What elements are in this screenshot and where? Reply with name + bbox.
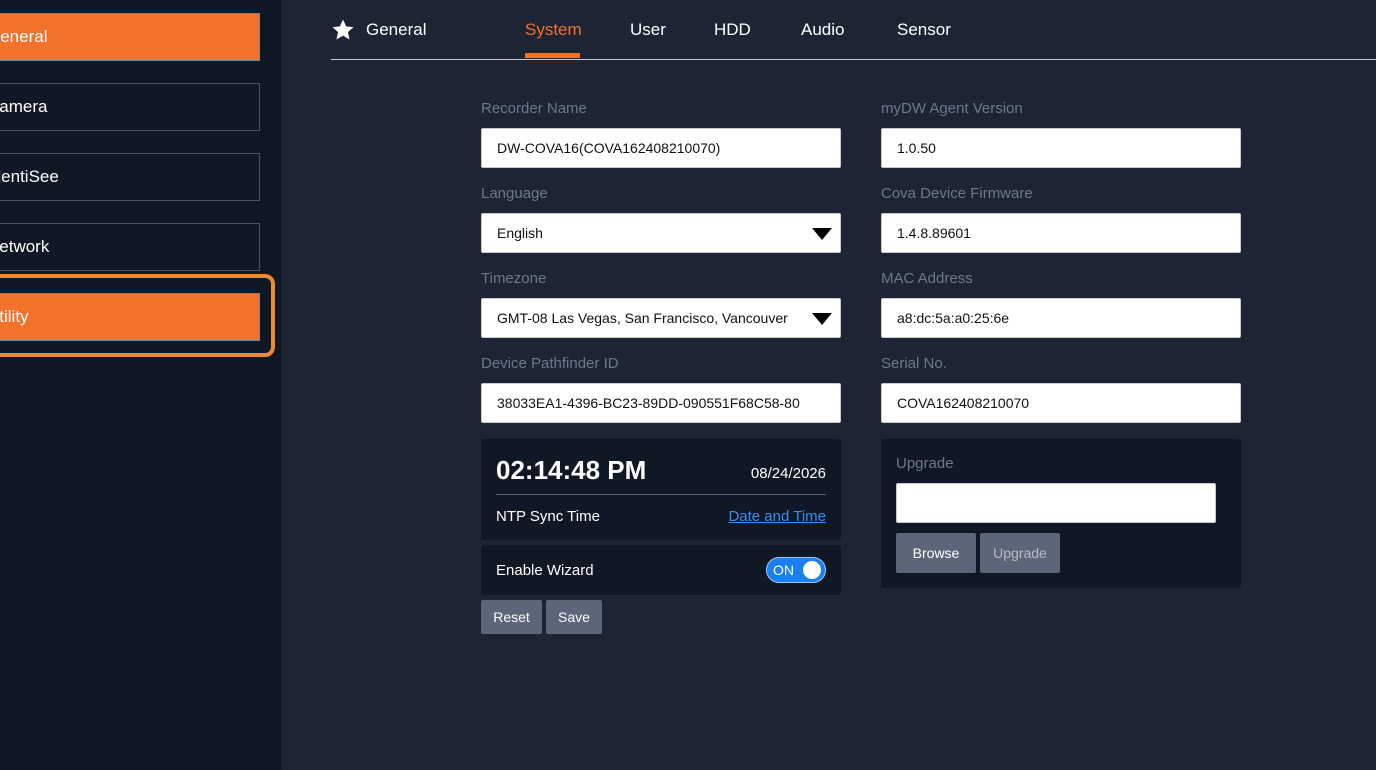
browse-button[interactable]: Browse [896, 533, 976, 573]
sidebar-item-camera[interactable]: Camera [0, 83, 260, 131]
tab-system[interactable]: System [525, 20, 582, 40]
tab-user[interactable]: User [630, 20, 666, 40]
toggle-knob [803, 561, 821, 579]
language-value: English [497, 225, 543, 241]
enable-wizard-label: Enable Wizard [496, 562, 594, 579]
timezone-value: GMT-08 Las Vegas, San Francisco, Vancouv… [497, 310, 788, 326]
sidebar-item-identisee[interactable]: IdentiSee [0, 153, 260, 201]
sidebar: General Camera IdentiSee Network Utility [0, 0, 281, 770]
dropdown-arrow-icon [812, 228, 832, 240]
sidebar-item-general[interactable]: General [0, 13, 260, 61]
serial-field[interactable]: COVA162408210070 [881, 383, 1241, 423]
enable-wizard-toggle[interactable]: ON [766, 557, 826, 583]
pathfinder-value: 38033EA1-4396-BC23-89DD-090551F68C58-80 [497, 395, 800, 411]
toggle-state-label: ON [773, 562, 794, 578]
current-time: 02:14:48 PM [496, 455, 647, 485]
language-label: Language [481, 185, 548, 202]
ntp-sync-label: NTP Sync Time [496, 508, 600, 525]
mac-address-label: MAC Address [881, 270, 973, 287]
agent-version-field[interactable]: 1.0.50 [881, 128, 1241, 168]
sidebar-item-label: Camera [0, 97, 48, 116]
tab-hdd[interactable]: HDD [714, 20, 751, 40]
clock-panel: 02:14:48 PM 08/24/2026 NTP Sync Time Dat… [481, 439, 841, 540]
language-select[interactable]: English [481, 213, 841, 253]
tab-sensor[interactable]: Sensor [897, 20, 951, 40]
pathfinder-field[interactable]: 38033EA1-4396-BC23-89DD-090551F68C58-80 [481, 383, 841, 423]
recorder-name-value: DW-COVA16(COVA162408210070) [497, 140, 721, 156]
firmware-field[interactable]: 1.4.8.89601 [881, 213, 1241, 253]
sidebar-item-network[interactable]: Network [0, 223, 260, 271]
sidebar-item-label: IdentiSee [0, 167, 59, 186]
save-button[interactable]: Save [546, 600, 602, 634]
sidebar-item-label: General [0, 27, 48, 46]
agent-version-value: 1.0.50 [897, 140, 936, 156]
firmware-label: Cova Device Firmware [881, 185, 1033, 202]
serial-value: COVA162408210070 [897, 395, 1030, 411]
sidebar-item-label: Network [0, 237, 50, 256]
upgrade-button[interactable]: Upgrade [980, 533, 1060, 573]
mac-address-value: a8:dc:5a:a0:25:6e [897, 310, 1010, 326]
agent-version-label: myDW Agent Version [881, 100, 1023, 117]
upgrade-label: Upgrade [896, 455, 954, 472]
serial-label: Serial No. [881, 355, 947, 372]
firmware-value: 1.4.8.89601 [897, 225, 971, 241]
current-date: 08/24/2026 [750, 465, 826, 482]
recorder-name-field[interactable]: DW-COVA16(COVA162408210070) [481, 128, 841, 168]
upgrade-panel: Upgrade Browse Upgrade [881, 439, 1241, 588]
date-and-time-link[interactable]: Date and Time [728, 508, 826, 525]
reset-button[interactable]: Reset [481, 600, 542, 634]
active-tab-indicator [525, 53, 580, 58]
timezone-label: Timezone [481, 270, 547, 287]
selection-highlight [0, 274, 275, 357]
dropdown-arrow-icon [812, 313, 832, 325]
mac-address-field[interactable]: a8:dc:5a:a0:25:6e [881, 298, 1241, 338]
upgrade-file-field[interactable] [896, 483, 1216, 523]
wizard-panel: Enable Wizard ON [481, 545, 841, 595]
pathfinder-label: Device Pathfinder ID [481, 355, 619, 372]
tab-audio[interactable]: Audio [801, 20, 844, 40]
recorder-name-label: Recorder Name [481, 100, 587, 117]
section-title: General [366, 20, 427, 39]
timezone-select[interactable]: GMT-08 Las Vegas, San Francisco, Vancouv… [481, 298, 841, 338]
divider [496, 494, 826, 495]
star-icon [332, 19, 354, 40]
top-nav: General System User HDD Audio Sensor [331, 0, 1376, 60]
